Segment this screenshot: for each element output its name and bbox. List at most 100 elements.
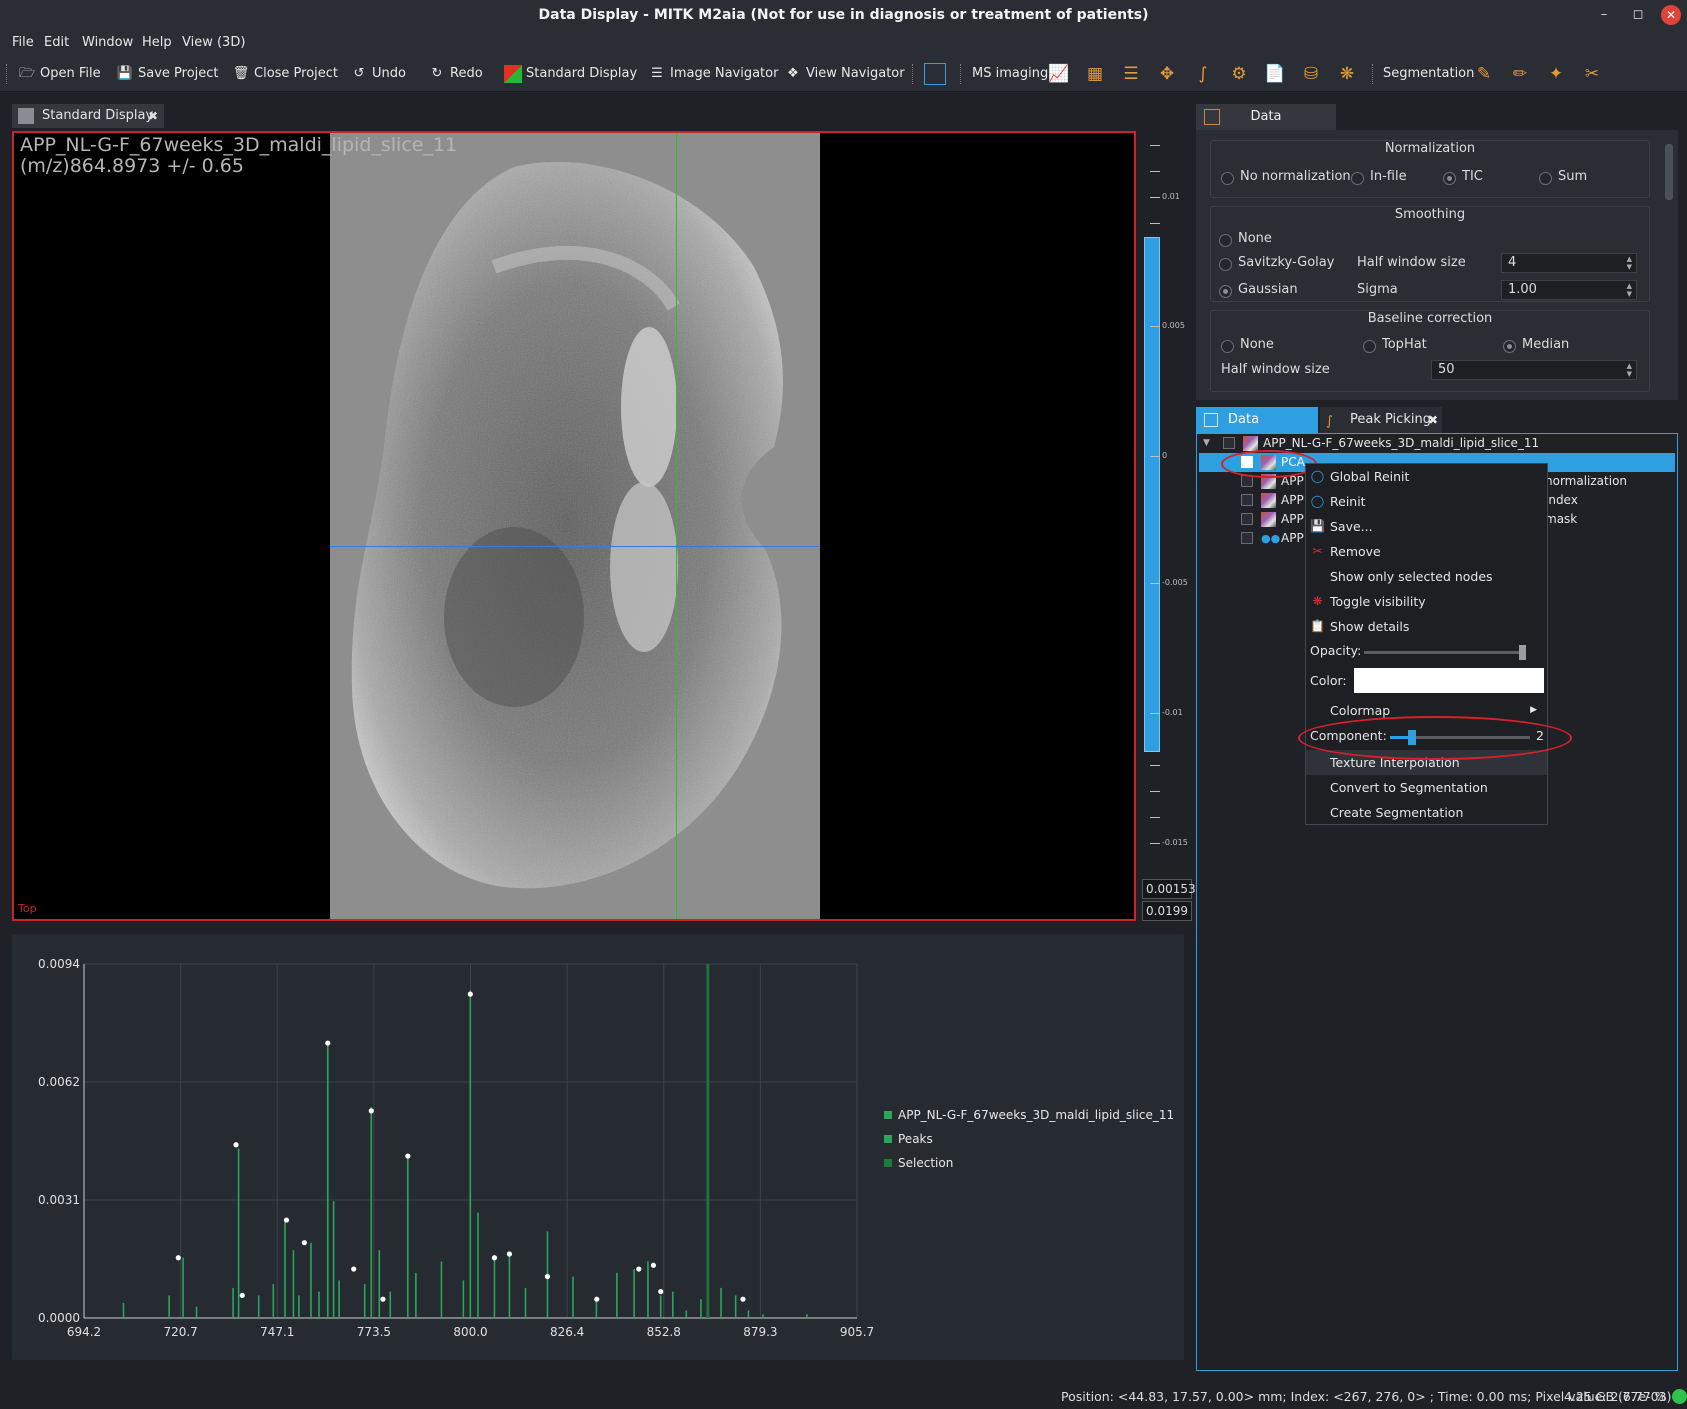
baseline-title: Baseline correction: [1367, 311, 1493, 326]
visibility-checkbox[interactable]: [1241, 532, 1253, 544]
layers-icon[interactable]: ☰: [1119, 63, 1143, 85]
level-label: -0.015: [1162, 838, 1188, 847]
pencil-tool-icon[interactable]: ✏: [1508, 63, 1532, 85]
color-swatch-button[interactable]: [1354, 668, 1544, 693]
legend-item-selection[interactable]: Selection: [884, 1156, 953, 1170]
level-window-bar[interactable]: [1144, 237, 1160, 752]
radio-sum[interactable]: Sum: [1539, 169, 1587, 185]
tab-data-manager[interactable]: Data Manager: [1196, 407, 1318, 453]
network-icon[interactable]: ❋: [1335, 63, 1359, 85]
menu-edit[interactable]: Edit: [44, 35, 69, 50]
radio-baseline-none[interactable]: None: [1221, 337, 1274, 353]
view-navigator-button[interactable]: ❖ View Navigator: [784, 62, 904, 86]
spin-arrows-icon[interactable]: ▲ ▼: [1627, 362, 1632, 378]
window-value-input[interactable]: 0.0199: [1142, 901, 1192, 921]
grid-icon[interactable]: ▦: [1083, 63, 1107, 85]
context-menu[interactable]: ◯ Global Reinit ◯ Reinit 💾 Save... ✂ Remove …: [1305, 463, 1548, 825]
peak-marker: [658, 1289, 664, 1295]
close-icon[interactable]: ✕: [1661, 5, 1681, 25]
spectrum-chart-icon[interactable]: 📈: [1047, 63, 1071, 85]
menu-show-only-selected[interactable]: Show only selected nodes: [1306, 564, 1547, 589]
molecule-icon[interactable]: ⚙: [1227, 63, 1251, 85]
refresh-icon: ◯: [1310, 494, 1325, 508]
baseline-group: Baseline correction None TopHat Median H…: [1210, 310, 1650, 392]
single-view-icon[interactable]: [924, 63, 946, 85]
spin-arrows-icon[interactable]: ▲ ▼: [1627, 282, 1632, 298]
spin-arrows-icon[interactable]: ▲ ▼: [1627, 255, 1632, 271]
visibility-checkbox[interactable]: [1241, 513, 1253, 525]
x-tick-label: 694.2: [67, 1325, 101, 1339]
radio-median[interactable]: Median: [1503, 337, 1569, 353]
peak-marker: [239, 1292, 245, 1299]
standard-display-button[interactable]: Standard Display: [504, 62, 637, 86]
menu-view-3d[interactable]: View (3D): [182, 35, 245, 50]
peak-marker: [594, 1296, 600, 1302]
redo-button[interactable]: ↻ Redo: [428, 62, 483, 86]
menu-reinit[interactable]: ◯ Reinit: [1306, 489, 1547, 514]
radio-no-normalization[interactable]: No normalization: [1221, 169, 1351, 185]
legend-item-spectrum[interactable]: APP_NL-G-F_67weeks_3D_maldi_lipid_slice_…: [884, 1108, 1174, 1122]
menu-help[interactable]: Help: [142, 35, 172, 50]
undo-icon: ↺: [353, 66, 365, 81]
radio-tophat[interactable]: TopHat: [1363, 337, 1427, 353]
sigma-spinbox[interactable]: 1.00 ▲ ▼: [1501, 280, 1637, 300]
menu-convert-to-segmentation[interactable]: Convert to Segmentation: [1306, 775, 1547, 800]
half-window-spinbox[interactable]: 4 ▲ ▼: [1501, 253, 1637, 273]
normalization-title: Normalization: [1384, 141, 1476, 156]
minimize-icon[interactable]: –: [1589, 0, 1619, 30]
redo-icon: ↻: [431, 66, 443, 81]
close-project-button[interactable]: 🗑 Close Project: [232, 62, 338, 86]
tab-peak-picking[interactable]: ∫ Peak Picking ✖: [1320, 407, 1442, 433]
peaks-icon[interactable]: ∫: [1191, 63, 1215, 85]
radio-savitzky-golay[interactable]: Savitzky-Golay: [1219, 255, 1334, 271]
data-panel-scrollbar[interactable]: [1664, 130, 1674, 396]
opacity-slider[interactable]: [1364, 651, 1524, 654]
close-tab-icon[interactable]: ✖: [1428, 407, 1438, 433]
visibility-checkbox[interactable]: [1223, 437, 1235, 449]
move-arrows-icon[interactable]: ✥: [1155, 63, 1179, 85]
radio-tic[interactable]: TIC: [1443, 169, 1483, 185]
spectrum-chart-panel[interactable]: 694.2 720.7 747.1 773.5 800.0 826.4 852.8 879.3…: [12, 934, 1184, 1360]
expand-arrow-icon[interactable]: ▼: [1203, 434, 1210, 453]
database-icon[interactable]: ⛁: [1299, 63, 1323, 85]
menu-remove[interactable]: ✂ Remove: [1306, 539, 1547, 564]
radio-smoothing-none[interactable]: None: [1219, 231, 1272, 247]
tab-data[interactable]: Data: [1196, 104, 1336, 130]
spectrum-chart[interactable]: 694.2 720.7 747.1 773.5 800.0 826.4 852.8 879.3…: [12, 934, 1184, 1360]
save-project-button[interactable]: 💾 Save Project: [116, 62, 219, 86]
menu-window[interactable]: Window: [82, 35, 133, 50]
level-value-input[interactable]: 0.00153: [1142, 879, 1196, 899]
menu-create-segmentation[interactable]: Create Segmentation: [1306, 800, 1547, 825]
legend-item-peaks[interactable]: Peaks: [884, 1132, 933, 1146]
image-navigator-button[interactable]: ☰ Image Navigator: [648, 62, 778, 86]
render-window-2d[interactable]: APP_NL-G-F_67weeks_3D_maldi_lipid_slice_…: [12, 131, 1136, 921]
open-file-button[interactable]: 🗁 Open File: [18, 62, 101, 86]
tab-standard-display[interactable]: Standard Display ✖: [12, 104, 164, 128]
data-manager-tabs: Data Manager ∫ Peak Picking ✖: [1196, 407, 1678, 453]
peak-marker: [467, 991, 473, 997]
peak-marker: [506, 1251, 513, 1257]
menu-toggle-visibility[interactable]: ❋ Toggle visibility: [1306, 589, 1547, 614]
menu-show-details[interactable]: 📋 Show details: [1306, 614, 1547, 639]
opacity-slider-handle[interactable]: [1519, 645, 1526, 660]
visibility-checkbox[interactable]: [1241, 494, 1253, 506]
x-tick-label: 852.8: [647, 1325, 681, 1339]
document-icon[interactable]: 📄: [1263, 63, 1287, 85]
maximize-icon[interactable]: ◻: [1623, 0, 1653, 30]
window-title: Data Display - MITK M2aia (Not for use i…: [0, 0, 1687, 30]
menu-global-reinit[interactable]: ◯ Global Reinit: [1306, 464, 1547, 489]
x-tick-label: 747.1: [260, 1325, 294, 1339]
menu-file[interactable]: File: [12, 35, 34, 50]
undo-button[interactable]: ↺ Undo: [350, 62, 406, 86]
scrollbar-thumb[interactable]: [1665, 144, 1673, 200]
level-window-widget[interactable]: 0.01 0.005 0 -0.005 -0.01 -0.015 0.00153…: [1140, 131, 1196, 921]
menu-save[interactable]: 💾 Save...: [1306, 514, 1547, 539]
radio-gaussian[interactable]: Gaussian: [1219, 282, 1298, 298]
radio-in-file[interactable]: In-file: [1351, 169, 1407, 185]
x-tick-label: 879.3: [743, 1325, 777, 1339]
baseline-half-window-spinbox[interactable]: 50 ▲ ▼: [1431, 360, 1637, 380]
brush-tool-icon[interactable]: ✎: [1472, 63, 1496, 85]
eraser-tool-icon[interactable]: ✂: [1580, 63, 1604, 85]
close-tab-icon[interactable]: ✖: [148, 104, 158, 128]
wand-tool-icon[interactable]: ✦: [1544, 63, 1568, 85]
